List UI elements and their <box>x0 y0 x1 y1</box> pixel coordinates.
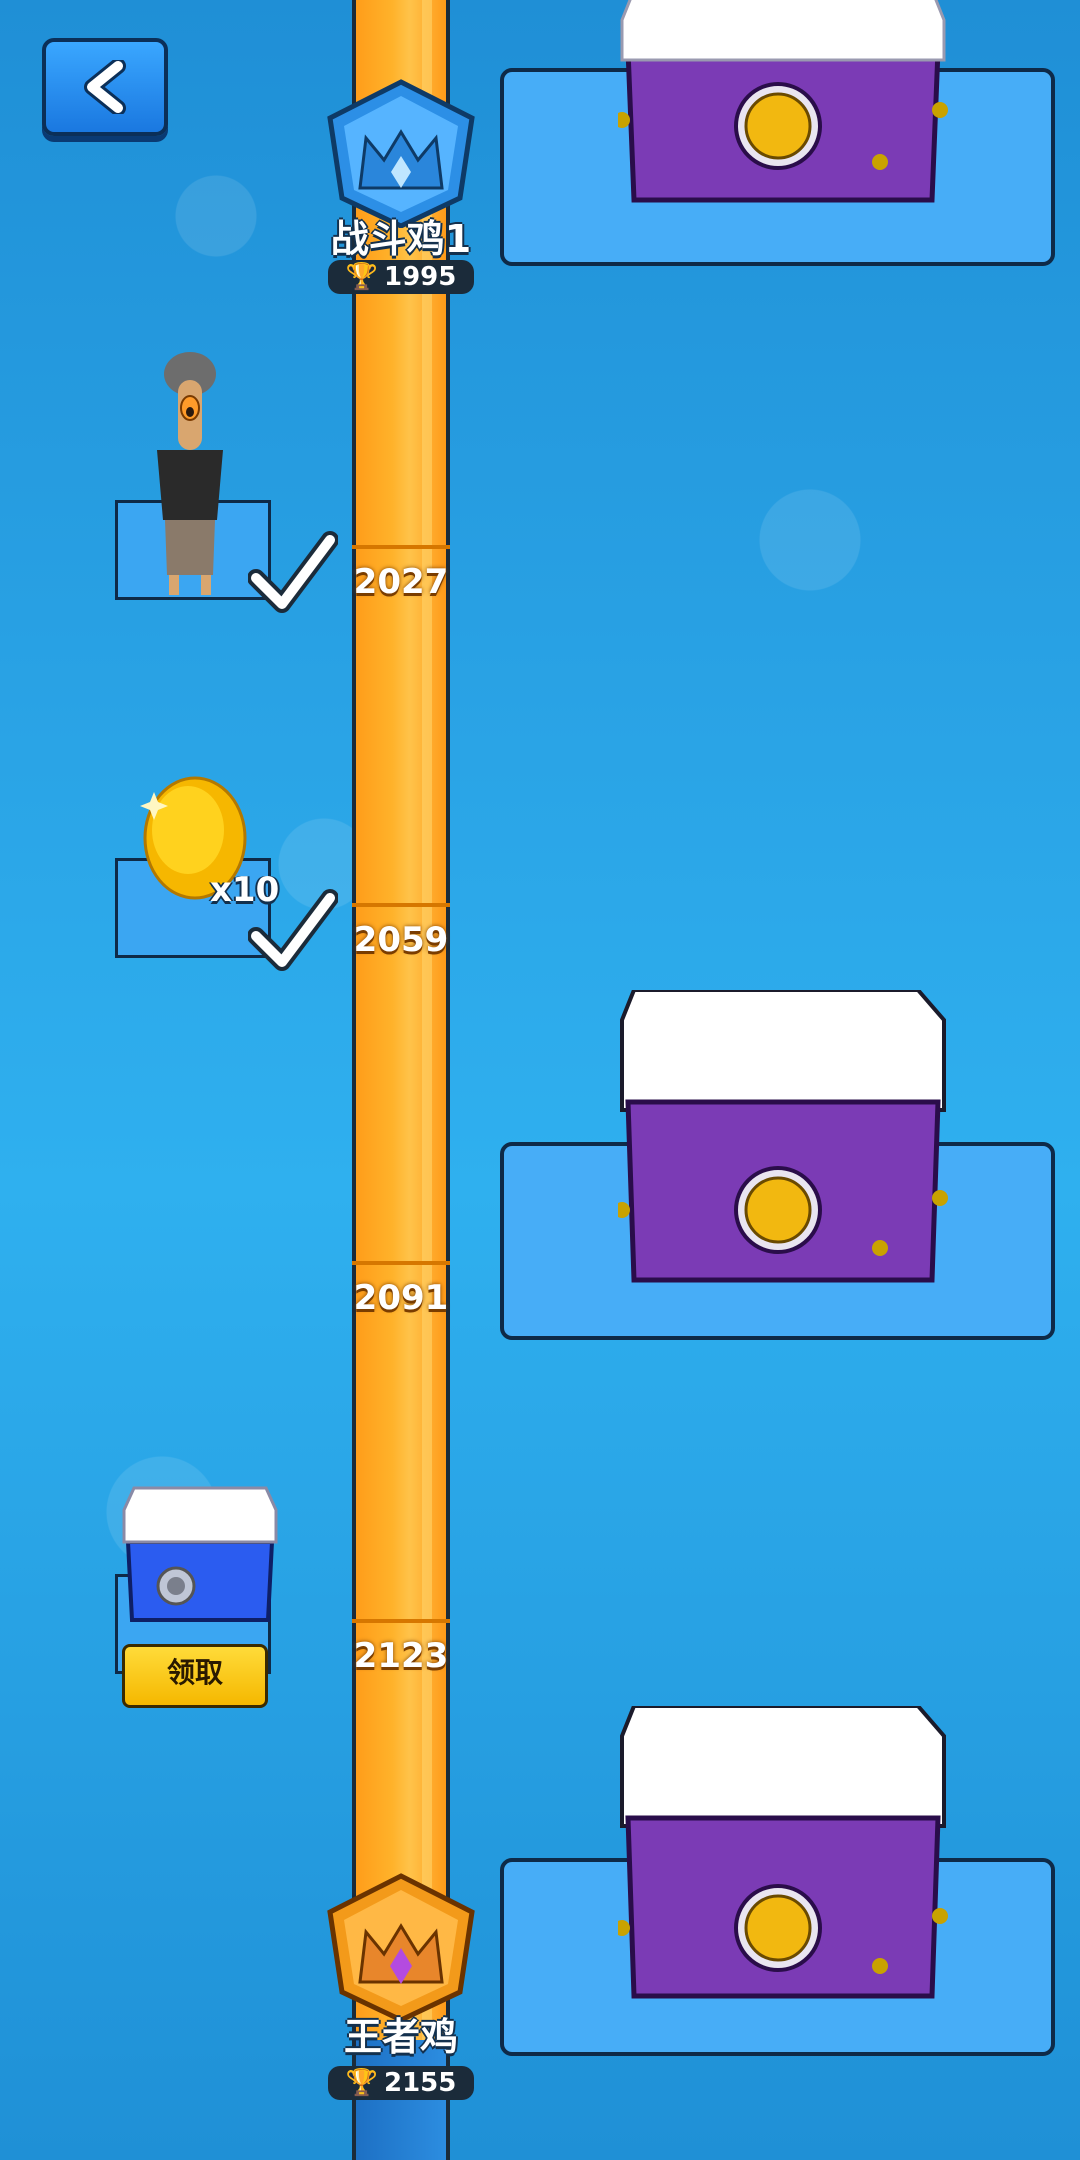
rank-badge-next[interactable]: 王者鸡 🏆 2155 <box>320 1872 482 2100</box>
trophy-count: 2155 <box>384 2068 457 2098</box>
rank-name: 战斗鸡1 <box>330 217 472 261</box>
checkmark-icon <box>248 531 338 613</box>
track-tick-label: 2091 <box>353 1278 449 1318</box>
trophy-icon: 🏆 <box>345 2068 378 2098</box>
track-tick-label: 2123 <box>353 1636 449 1676</box>
blue-chest-icon <box>122 1486 278 1622</box>
chicken-character-icon <box>157 352 223 595</box>
track-tick <box>352 903 450 907</box>
track-tick-label: 2059 <box>353 920 449 960</box>
rank-badge-current[interactable]: 战斗鸡1 🏆 1995 <box>320 78 482 298</box>
chevron-left-icon <box>84 60 126 114</box>
progress-track <box>352 0 450 2160</box>
back-button[interactable] <box>42 38 168 136</box>
trophy-icon: 🏆 <box>345 262 378 292</box>
purple-chest-icon <box>618 990 948 1283</box>
purple-chest-icon <box>618 1706 948 1999</box>
purple-chest-icon <box>618 0 948 203</box>
track-tick <box>352 1261 450 1265</box>
trophy-count-pill: 🏆 1995 <box>328 260 474 294</box>
checkmark-icon <box>248 889 338 971</box>
gold-crown-shield-icon <box>327 1873 475 2022</box>
track-tick-label: 2027 <box>353 562 449 602</box>
track-tick <box>352 1619 450 1623</box>
trophy-count-pill: 🏆 2155 <box>328 2066 474 2100</box>
track-tick <box>352 545 450 549</box>
rank-name: 王者鸡 <box>343 2015 458 2059</box>
blue-crown-shield-icon <box>327 79 475 228</box>
claim-button[interactable]: 领取 <box>122 1644 268 1708</box>
trophy-count: 1995 <box>384 262 457 292</box>
